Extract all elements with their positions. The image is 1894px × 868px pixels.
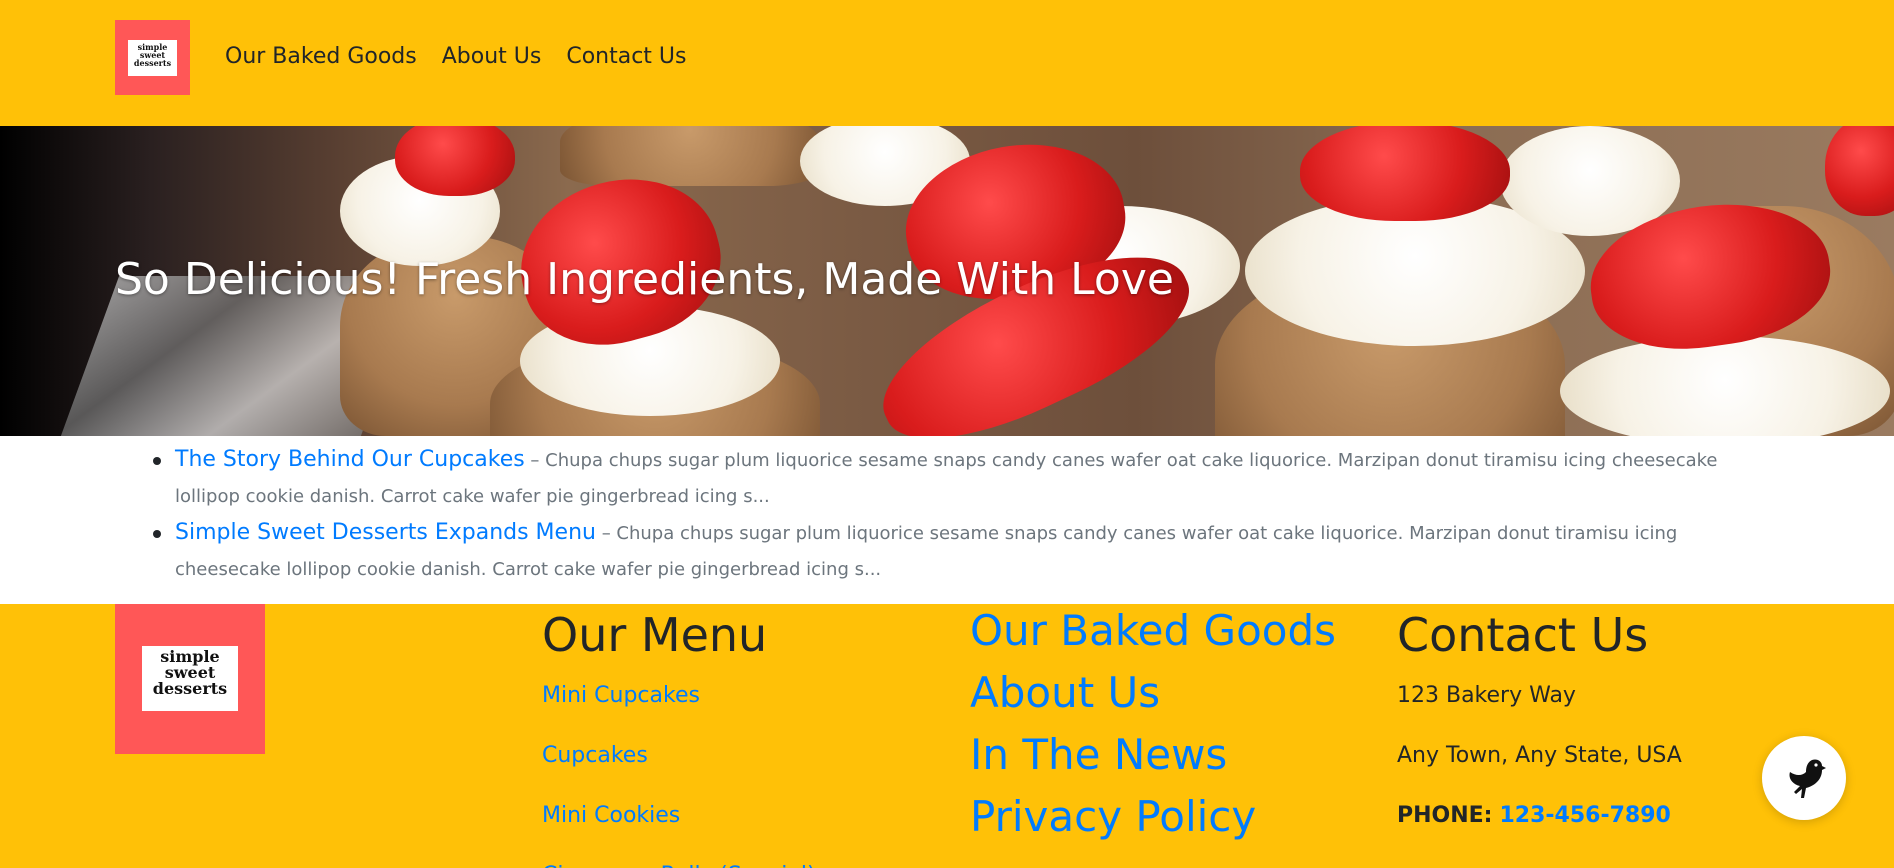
chat-widget-button[interactable] [1762,736,1846,820]
post-list: The Story Behind Our Cupcakes – Chupa ch… [153,442,1765,588]
phone-link[interactable]: 123-456-7890 [1499,803,1670,828]
post-link[interactable]: Simple Sweet Desserts Expands Menu [175,520,596,545]
post-link[interactable]: The Story Behind Our Cupcakes [175,447,525,472]
logo-text: simple sweet desserts [128,40,177,76]
menu-link-mini-cookies[interactable]: Mini Cookies [542,786,816,846]
address-line-2: Any Town, Any State, USA [1397,743,1682,768]
bullet [153,457,161,465]
footer-link-in-the-news[interactable]: In The News [970,724,1336,786]
list-item: The Story Behind Our Cupcakes – Chupa ch… [153,442,1765,515]
footer-link-our-baked-goods[interactable]: Our Baked Goods [970,604,1336,662]
address-line-1: 123 Bakery Way [1397,683,1576,708]
footer-link-privacy-policy[interactable]: Privacy Policy [970,786,1336,848]
nav-about-us[interactable]: About Us [442,44,542,69]
site-header: simple sweet desserts Our Baked Goods Ab… [0,0,1894,126]
menu-link-mini-cupcakes[interactable]: Mini Cupcakes [542,666,816,726]
hero-strawberry [1300,126,1510,221]
footer-logo-text: simple sweet desserts [142,646,238,711]
phone-label: PHONE: [1397,803,1493,828]
menu-link-cinnamon-rolls[interactable]: Cinnamon Rolls (Special) [542,846,816,868]
hero-strawberry [395,126,515,196]
contact-heading: Contact Us [1397,608,1649,662]
nav-our-baked-goods[interactable]: Our Baked Goods [225,44,417,69]
news-posts: The Story Behind Our Cupcakes – Chupa ch… [0,436,1894,604]
menu-heading: Our Menu [542,608,768,662]
hero-cream [1560,336,1890,436]
footer-menu-column: Our Menu Mini Cupcakes Cupcakes Mini Coo… [542,604,816,868]
hero-title: So Delicious! Fresh Ingredients, Made Wi… [115,254,1174,305]
bird-icon [1789,759,1826,798]
footer-link-about-us[interactable]: About Us [970,662,1336,724]
site-footer: simple sweet desserts Our Menu Mini Cupc… [0,604,1894,868]
footer-contact-column: Contact Us 123 Bakery Way Any Town, Any … [1397,604,1682,846]
footer-links-column: Our Baked Goods About Us In The News Pri… [970,604,1336,848]
main-nav: Our Baked Goods About Us Contact Us [225,44,686,69]
bullet [153,530,161,538]
hero-banner: So Delicious! Fresh Ingredients, Made Wi… [0,126,1894,436]
hero-strawberry [1825,126,1894,216]
footer-logo[interactable]: simple sweet desserts [115,604,265,754]
menu-link-cupcakes[interactable]: Cupcakes [542,726,816,786]
phone-line: PHONE: 123-456-7890 [1397,786,1682,846]
nav-contact-us[interactable]: Contact Us [566,44,686,69]
hero-cupcake [560,126,820,186]
site-logo[interactable]: simple sweet desserts [115,20,190,95]
list-item: Simple Sweet Desserts Expands Menu – Chu… [153,515,1765,588]
